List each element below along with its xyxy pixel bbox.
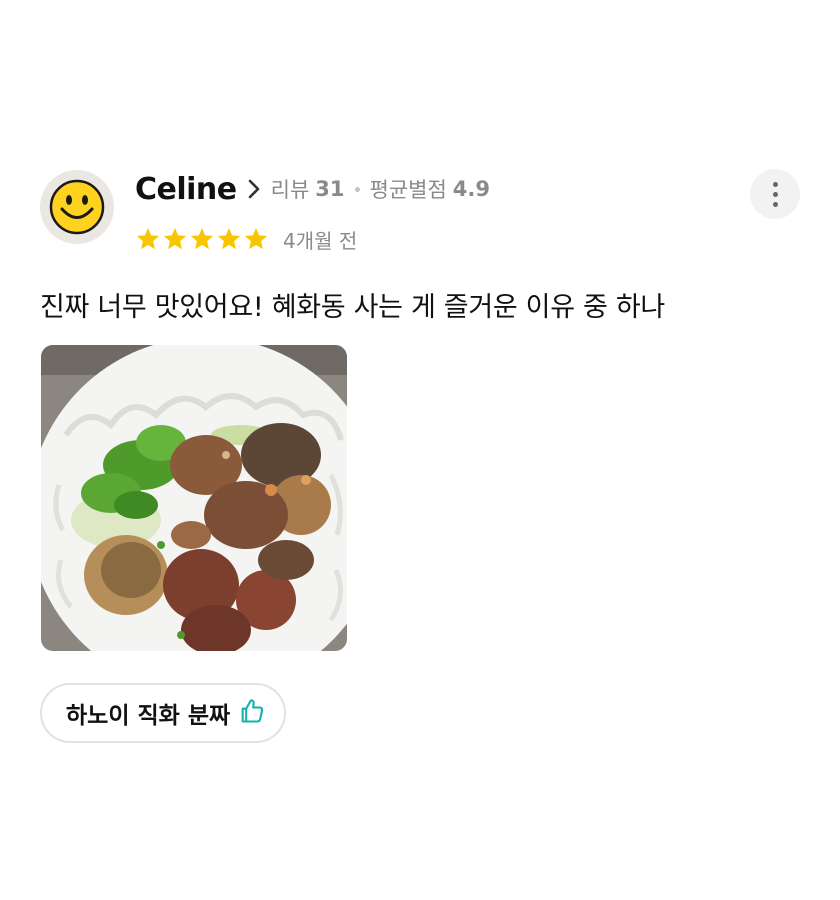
star-icon [163,227,187,250]
review-photo[interactable] [41,345,347,651]
username[interactable]: Celine [135,172,237,207]
star-rating [135,226,269,252]
review-header: Celine 리뷰 31 평균별점 4.9 [135,170,490,208]
review-count-label: 리뷰 [270,178,310,202]
more-options-button[interactable] [750,169,800,219]
separator-dot [354,186,360,192]
menu-tag-button[interactable]: 하노이 직화 분짜 [40,683,287,743]
user-stats: 리뷰 31 평균별점 4.9 [271,174,490,204]
avg-rating-value: 4.9 [452,177,490,201]
review-text: 진짜 너무 맛있어요! 혜화동 사는 게 즐거운 이유 중 하나 [40,292,665,323]
star-icon [136,227,160,250]
thumbs-up-icon [238,697,266,729]
star-icon [244,227,268,250]
chevron-right-icon[interactable] [247,178,261,200]
star-icon [190,227,214,250]
review-date: 4개월 전 [283,228,358,253]
more-vertical-icon [772,181,778,187]
rating-row: 4개월 전 [135,222,357,256]
review-count: 31 [315,177,345,201]
menu-tag-label: 하노이 직화 분짜 [66,703,231,729]
food-photo [41,345,347,651]
avatar[interactable] [40,170,114,244]
smiley-face-icon [49,179,105,235]
star-icon [217,227,241,250]
avg-rating-label: 평균별점 [369,178,447,202]
